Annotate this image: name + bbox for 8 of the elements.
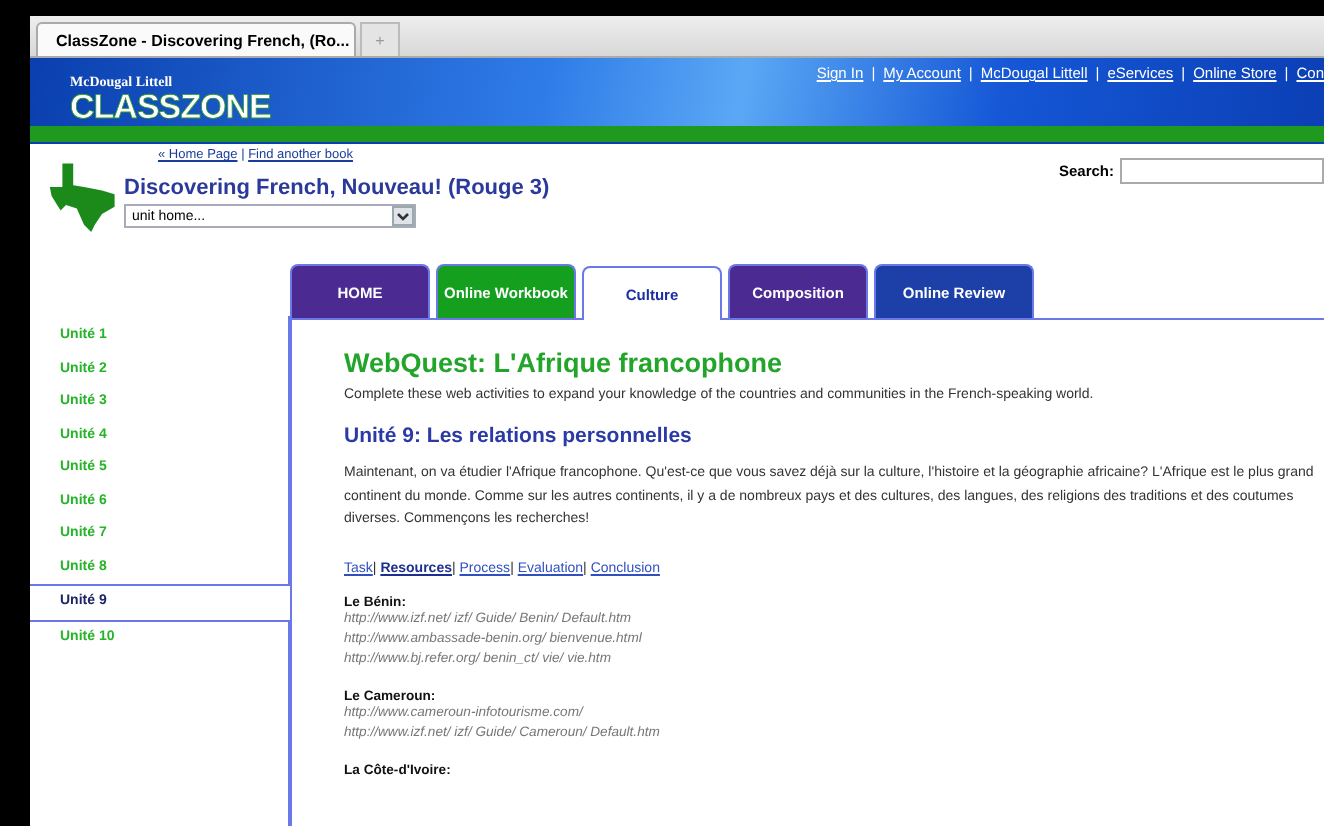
- page-title: WebQuest: L'Afrique francophone: [344, 348, 784, 378]
- book-title: Discovering French, Nouveau! (Rouge 3): [124, 176, 550, 200]
- unit-heading: Unité 9: Les relations personnelles: [344, 424, 694, 448]
- texas-map-icon: [48, 160, 120, 232]
- classzone-logo: CLASSZONE: [70, 90, 271, 126]
- search-field[interactable]: [1120, 158, 1324, 184]
- tab-title: ClassZone - Discovering French, (Ro...: [56, 31, 350, 49]
- browser-tab[interactable]: ClassZone - Discovering French, (Ro...: [36, 22, 356, 56]
